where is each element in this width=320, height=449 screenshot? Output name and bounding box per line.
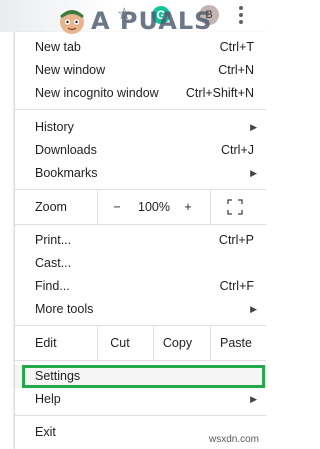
downloads-label: Downloads bbox=[35, 143, 97, 157]
more-tools-label: More tools bbox=[35, 302, 94, 316]
menu-item-cast[interactable]: Cast... bbox=[15, 252, 266, 275]
edit-row: Edit Cut Copy Paste bbox=[15, 326, 266, 360]
cast-label: Cast... bbox=[35, 256, 72, 270]
logo-text: A PUALS bbox=[91, 7, 213, 35]
edit-label: Edit bbox=[35, 336, 57, 350]
menu-item-bookmarks[interactable]: Bookmarks ▶ bbox=[15, 162, 266, 185]
submenu-arrow-icon: ▶ bbox=[250, 394, 257, 404]
new-incognito-label: New incognito window bbox=[35, 86, 159, 100]
site-watermark: wsxdn.com bbox=[208, 434, 259, 445]
submenu-arrow-icon: ▶ bbox=[250, 122, 257, 132]
help-label: Help bbox=[35, 392, 61, 406]
appuals-watermark-logo: A PUALS bbox=[55, 2, 212, 40]
exit-label: Exit bbox=[35, 425, 56, 439]
zoom-row: Zoom − 100% + bbox=[15, 190, 266, 224]
print-label: Print... bbox=[35, 233, 72, 247]
zoom-in-button[interactable]: + bbox=[172, 190, 204, 224]
submenu-arrow-icon: ▶ bbox=[250, 304, 257, 314]
find-label: Find... bbox=[35, 279, 70, 293]
menu-divider bbox=[15, 109, 266, 110]
zoom-divider bbox=[210, 190, 211, 224]
cut-button[interactable]: Cut bbox=[98, 326, 142, 360]
zoom-label: Zoom bbox=[35, 200, 67, 214]
menu-divider bbox=[15, 224, 266, 225]
menu-item-print[interactable]: Print... Ctrl+P bbox=[15, 229, 266, 252]
menu-item-new-window[interactable]: New window Ctrl+N bbox=[15, 59, 266, 82]
downloads-shortcut: Ctrl+J bbox=[221, 143, 254, 157]
copy-button[interactable]: Copy bbox=[154, 326, 201, 360]
fullscreen-icon[interactable] bbox=[227, 199, 243, 215]
bookmarks-label: Bookmarks bbox=[35, 166, 98, 180]
menu-divider bbox=[15, 360, 266, 361]
new-window-label: New window bbox=[35, 63, 106, 77]
menu-item-find[interactable]: Find... Ctrl+F bbox=[15, 275, 266, 298]
find-shortcut: Ctrl+F bbox=[219, 279, 254, 293]
menu-item-history[interactable]: History ▶ bbox=[15, 116, 266, 139]
menu-item-help[interactable]: Help ▶ bbox=[15, 388, 266, 411]
new-window-shortcut: Ctrl+N bbox=[218, 63, 254, 77]
mascot-icon bbox=[60, 10, 84, 34]
paste-button[interactable]: Paste bbox=[211, 326, 261, 360]
submenu-arrow-icon: ▶ bbox=[250, 168, 257, 178]
new-incognito-shortcut: Ctrl+Shift+N bbox=[185, 86, 254, 100]
menu-item-more-tools[interactable]: More tools ▶ bbox=[15, 298, 266, 321]
print-shortcut: Ctrl+P bbox=[218, 233, 254, 247]
history-label: History bbox=[35, 120, 74, 134]
menu-item-new-incognito-window[interactable]: New incognito window Ctrl+Shift+N bbox=[15, 82, 266, 105]
new-tab-shortcut: Ctrl+T bbox=[219, 40, 254, 54]
chrome-main-menu: New tab Ctrl+T New window Ctrl+N New inc… bbox=[14, 32, 266, 449]
menu-item-downloads[interactable]: Downloads Ctrl+J bbox=[15, 139, 266, 162]
settings-highlight-box bbox=[22, 365, 265, 388]
zoom-level-value: 100% bbox=[138, 200, 170, 214]
menu-divider bbox=[15, 415, 266, 416]
zoom-out-button[interactable]: − bbox=[98, 190, 136, 224]
more-menu-icon[interactable] bbox=[238, 6, 244, 24]
